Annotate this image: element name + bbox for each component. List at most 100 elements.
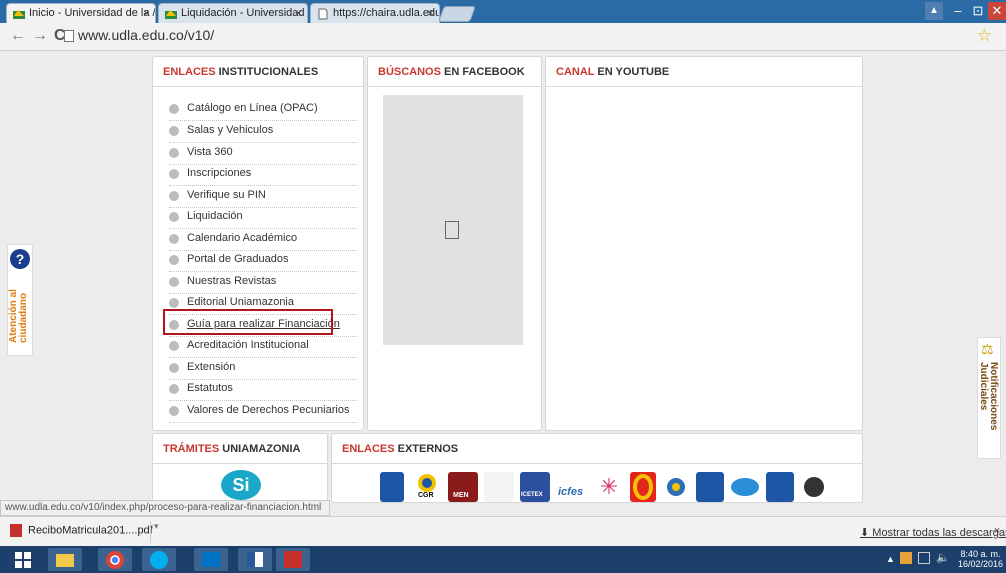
tab-chaira[interactable]: https://chaira.udla.edu.co/ ×: [310, 3, 440, 23]
windows-taskbar: ▲ 🔈 8:40 a. m. 16/02/2016: [0, 546, 1006, 573]
page-content: ? Atención al ciudadano ENLACES INSTITUC…: [0, 51, 1006, 503]
tab-liquidacion[interactable]: Liquidación - Universidad ×: [158, 3, 308, 23]
url-input[interactable]: www.udla.edu.co/v10/: [78, 27, 214, 43]
icontec-logo[interactable]: [380, 472, 404, 502]
bookmark-star-icon[interactable]: ☆: [977, 26, 992, 46]
link-revistas[interactable]: Nuestras Revistas: [169, 272, 357, 294]
zoom-logo[interactable]: [730, 472, 760, 502]
enlaces-institucionales-panel: ENLACES INSTITUCIONALES Catálogo en Líne…: [152, 56, 364, 431]
bullet-icon: [169, 126, 179, 136]
tray-app-icon[interactable]: [900, 552, 912, 564]
download-arrow-icon: ⬇: [860, 527, 873, 539]
broken-page-icon: [445, 221, 459, 239]
panel-title: ENLACES EXTERNOS: [332, 434, 862, 464]
link-liquidacion[interactable]: Liquidación: [169, 207, 357, 229]
youtube-panel: CANAL EN YOUTUBE: [545, 56, 863, 431]
colciencias-logo[interactable]: ✳: [594, 472, 624, 502]
minimize-button[interactable]: –: [948, 2, 968, 20]
tray-arrow-icon[interactable]: ▲: [886, 554, 895, 564]
atencion-ciudadano-tab[interactable]: ? Atención al ciudadano: [7, 244, 33, 356]
escudo-logo[interactable]: [662, 472, 690, 502]
tab-inicio[interactable]: Inicio - Universidad de la / ×: [6, 3, 156, 23]
link-calendario[interactable]: Calendario Académico: [169, 229, 357, 251]
chrome-icon[interactable]: [98, 548, 132, 571]
panel-title: ENLACES INSTITUCIONALES: [153, 57, 363, 87]
user-icon[interactable]: ▲: [925, 2, 943, 20]
men-logo[interactable]: MEN: [448, 472, 478, 502]
outlook-icon[interactable]: [194, 548, 228, 571]
bullet-icon: [169, 406, 179, 416]
bullet-icon: [169, 212, 179, 222]
new-tab-button[interactable]: [438, 6, 476, 22]
browser-tab-strip: Inicio - Universidad de la / × Liquidaci…: [0, 0, 1006, 23]
file-explorer-icon[interactable]: [48, 548, 82, 571]
network-icon[interactable]: [918, 552, 930, 564]
close-tab-icon[interactable]: ×: [427, 6, 434, 20]
icfes-logo[interactable]: icfes: [556, 472, 588, 502]
page-icon: [317, 8, 329, 20]
tab-label: Liquidación - Universidad: [181, 7, 305, 19]
scales-icon: ⚖: [981, 341, 994, 357]
bullet-icon: [169, 255, 179, 265]
link-catalogo[interactable]: Catálogo en Línea (OPAC): [169, 99, 357, 121]
bullet-icon: [169, 148, 179, 158]
facebook-panel: BÚSCANOS EN FACEBOOK: [367, 56, 542, 431]
link-vista360[interactable]: Vista 360: [169, 143, 357, 165]
tramites-panel: TRÁMITES UNIAMAZONIA Si: [152, 433, 328, 503]
notificaciones-judiciales-tab[interactable]: ⚖ Notificaciones Judiciales: [977, 337, 1001, 459]
close-tab-icon[interactable]: ×: [295, 6, 302, 20]
close-tab-icon[interactable]: ×: [143, 6, 150, 20]
link-derechos-pecuniarios[interactable]: Valores de Derechos Pecuniarios: [169, 401, 357, 423]
panel-title: BÚSCANOS EN FACEBOOK: [368, 57, 541, 87]
link-acreditacion[interactable]: Acreditación Institucional: [169, 336, 357, 358]
volume-icon[interactable]: 🔈: [936, 551, 950, 564]
bullet-icon: [169, 277, 179, 287]
link-inscripciones[interactable]: Inscripciones: [169, 164, 357, 186]
acrobat-icon[interactable]: [276, 548, 310, 571]
enlaces-externos-panel: ENLACES EXTERNOS CGR MEN ICETEX icfes ✳: [331, 433, 863, 503]
pdf-icon: [10, 524, 22, 537]
link-extension[interactable]: Extensión: [169, 358, 357, 380]
address-bar: ← → C www.udla.edu.co/v10/ ☆: [0, 23, 1006, 51]
forward-button[interactable]: →: [32, 27, 48, 45]
bullet-icon: [169, 104, 179, 114]
show-all-downloads-link[interactable]: ⬇ Mostrar todas las descargas...: [860, 526, 1006, 539]
restore-button[interactable]: ⊡: [968, 2, 988, 20]
help-icon: ?: [10, 249, 30, 269]
close-downloads-icon[interactable]: ×: [994, 525, 1000, 537]
word-icon[interactable]: [238, 548, 272, 571]
link-salas[interactable]: Salas y Vehiculos: [169, 121, 357, 143]
si-logo[interactable]: Si: [221, 470, 261, 500]
panel-title: CANAL EN YOUTUBE: [546, 57, 862, 87]
urna-logo[interactable]: [696, 472, 724, 502]
bullet-icon: [169, 363, 179, 373]
red-o-logo[interactable]: [630, 472, 656, 502]
system-clock[interactable]: 8:40 a. m. 16/02/2016: [958, 549, 1003, 569]
tab-label: https://chaira.udla.edu.co/: [333, 7, 440, 19]
ciudadano-label: ciudadano: [18, 292, 29, 343]
gobierno-logo[interactable]: [484, 472, 514, 502]
download-item[interactable]: ReciboMatricula201....pdf: [10, 524, 153, 537]
favicon-udla-icon: [165, 8, 177, 20]
icontec-2-logo[interactable]: [766, 472, 794, 502]
download-menu-chevron-icon[interactable]: ▾: [150, 521, 162, 543]
link-graduados[interactable]: Portal de Graduados: [169, 250, 357, 272]
notificaciones-label: Notificaciones: [988, 362, 999, 431]
cgr-logo[interactable]: CGR: [412, 472, 442, 502]
skype-icon[interactable]: [142, 548, 176, 571]
mascot-logo[interactable]: [800, 472, 828, 502]
link-estatutos[interactable]: Estatutos: [169, 379, 357, 401]
bullet-icon: [169, 234, 179, 244]
highlight-box: [163, 309, 333, 335]
status-bar-url: www.udla.edu.co/v10/index.php/proceso-pa…: [0, 500, 330, 516]
back-button[interactable]: ←: [10, 27, 26, 45]
judiciales-label: Judiciales: [978, 362, 989, 411]
page-info-icon[interactable]: [64, 30, 74, 42]
icetex-logo[interactable]: ICETEX: [520, 472, 550, 502]
download-filename: ReciboMatricula201....pdf: [28, 524, 153, 537]
start-windows-icon[interactable]: [6, 548, 40, 571]
link-verifique-pin[interactable]: Verifique su PIN: [169, 186, 357, 208]
downloads-bar: ReciboMatricula201....pdf ▾ ⬇ Mostrar to…: [0, 516, 1006, 546]
close-window-button[interactable]: ✕: [988, 2, 1006, 20]
facebook-embed[interactable]: [383, 95, 523, 345]
